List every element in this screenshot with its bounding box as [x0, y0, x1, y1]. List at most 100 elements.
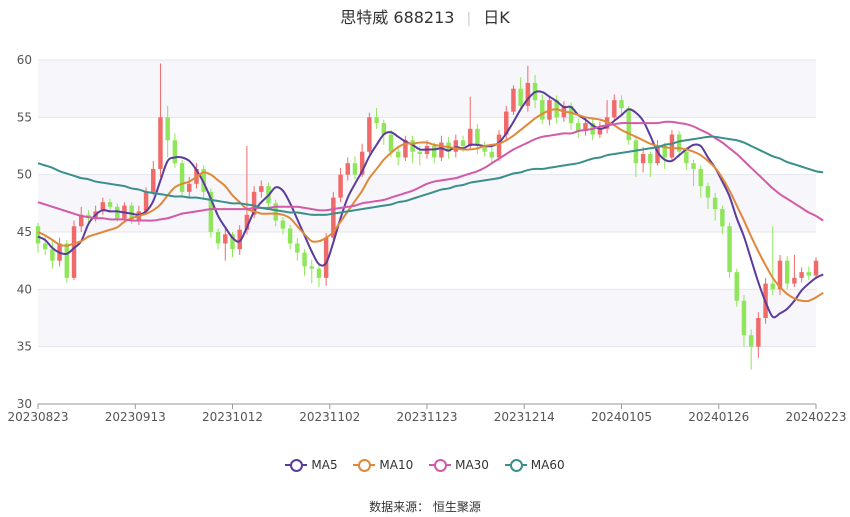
- candle-body: [453, 140, 459, 152]
- candle: [813, 257, 819, 280]
- legend-marker-icon: [353, 459, 376, 472]
- candle-body: [792, 277, 797, 284]
- candle: [727, 222, 732, 278]
- candle-body: [388, 134, 394, 152]
- candle-body: [784, 260, 790, 284]
- candle: [640, 147, 646, 173]
- candle-body: [42, 243, 48, 250]
- candle-body: [540, 100, 545, 120]
- candle-body: [640, 154, 646, 164]
- candle: [511, 85, 516, 116]
- plot-band: [38, 289, 816, 347]
- candle: [295, 237, 300, 261]
- candle: [410, 135, 415, 164]
- candle: [367, 112, 372, 155]
- candle: [316, 265, 322, 288]
- candle-body: [467, 128, 473, 146]
- x-tick-label: 20230823: [7, 410, 68, 424]
- x-axis: 20230823 20230913 20231012 20231102 20231123…: [7, 404, 847, 424]
- candle-body: [619, 100, 624, 109]
- legend-item-ma60[interactable]: MA60: [504, 458, 565, 472]
- candle: [597, 121, 603, 138]
- candle-body: [158, 117, 163, 169]
- candle: [287, 225, 293, 250]
- candle: [799, 267, 804, 283]
- legend-label: MA10: [379, 458, 414, 472]
- y-tick-label: 35: [17, 340, 32, 354]
- candle-body: [165, 117, 170, 141]
- candle-body: [172, 140, 178, 164]
- candle-body: [71, 226, 77, 278]
- legend-marker-icon: [429, 459, 452, 472]
- candle-body: [367, 117, 372, 152]
- candle: [223, 228, 228, 261]
- candle: [770, 226, 776, 296]
- legend-dot: [434, 459, 448, 472]
- plot-background: [38, 60, 816, 347]
- x-tick-label: 20240105: [591, 410, 652, 424]
- candle: [669, 129, 675, 161]
- candle: [496, 129, 502, 161]
- candle-body: [626, 108, 631, 141]
- candle: [172, 133, 178, 168]
- plot-band: [38, 60, 816, 118]
- legend-item-ma10[interactable]: MA10: [353, 458, 413, 472]
- y-axis: 30 35 40 45 50 55 60: [17, 53, 32, 411]
- legend-label: MA30: [455, 458, 489, 472]
- candle-body: [612, 100, 617, 118]
- y-tick-label: 45: [17, 225, 32, 239]
- candle-body: [511, 88, 516, 112]
- candle-body: [799, 272, 804, 278]
- candle-body: [648, 154, 653, 164]
- candle-body: [748, 335, 754, 347]
- candle-body: [417, 151, 423, 155]
- candle-body: [727, 226, 732, 273]
- candle: [633, 135, 639, 177]
- candle-body: [107, 202, 113, 207]
- legend-marker-icon: [285, 459, 308, 472]
- candle-body: [223, 234, 228, 244]
- candle: [784, 256, 790, 290]
- candle-body: [50, 249, 55, 261]
- candle-body: [734, 272, 739, 301]
- candle-body: [374, 117, 379, 124]
- kline-chart[interactable]: 30354045505560 20230823 20230913 20231012 2…: [0, 0, 850, 440]
- legend-item-ma30[interactable]: MA30: [429, 458, 489, 472]
- candle-body: [705, 186, 711, 198]
- candle-body: [770, 283, 776, 290]
- x-tick-label: 20230913: [105, 410, 166, 424]
- y-tick-label: 30: [17, 397, 32, 411]
- candle-body: [395, 151, 401, 158]
- x-tick-label: 20231102: [299, 410, 360, 424]
- candle: [792, 254, 797, 288]
- legend-label: MA60: [530, 458, 565, 472]
- candle: [151, 160, 156, 196]
- candle-body: [151, 168, 156, 192]
- candle-body: [316, 268, 322, 278]
- candle-body: [741, 300, 747, 336]
- candle-body: [698, 168, 703, 187]
- legend-item-ma5[interactable]: MA5: [285, 458, 338, 472]
- candle-body: [489, 151, 495, 158]
- candle-body: [806, 272, 812, 276]
- candle-body: [720, 209, 725, 227]
- x-tick-label: 20240126: [688, 410, 749, 424]
- y-tick-label: 55: [17, 110, 32, 124]
- candle-body: [215, 232, 221, 244]
- y-tick-label: 50: [17, 168, 32, 182]
- candle: [302, 249, 307, 276]
- legend-dot: [358, 459, 372, 472]
- candle: [626, 105, 631, 145]
- candle-body: [280, 220, 286, 229]
- candle: [309, 259, 314, 284]
- candle-body: [295, 243, 300, 253]
- legend-marker-icon: [504, 459, 527, 472]
- x-tick-label: 20240223: [785, 410, 846, 424]
- candle: [482, 141, 487, 157]
- legend-dot: [290, 459, 304, 472]
- candle-body: [496, 134, 502, 158]
- candle: [338, 167, 343, 203]
- candle-body: [712, 197, 718, 210]
- candle: [756, 312, 761, 359]
- candle: [453, 134, 459, 158]
